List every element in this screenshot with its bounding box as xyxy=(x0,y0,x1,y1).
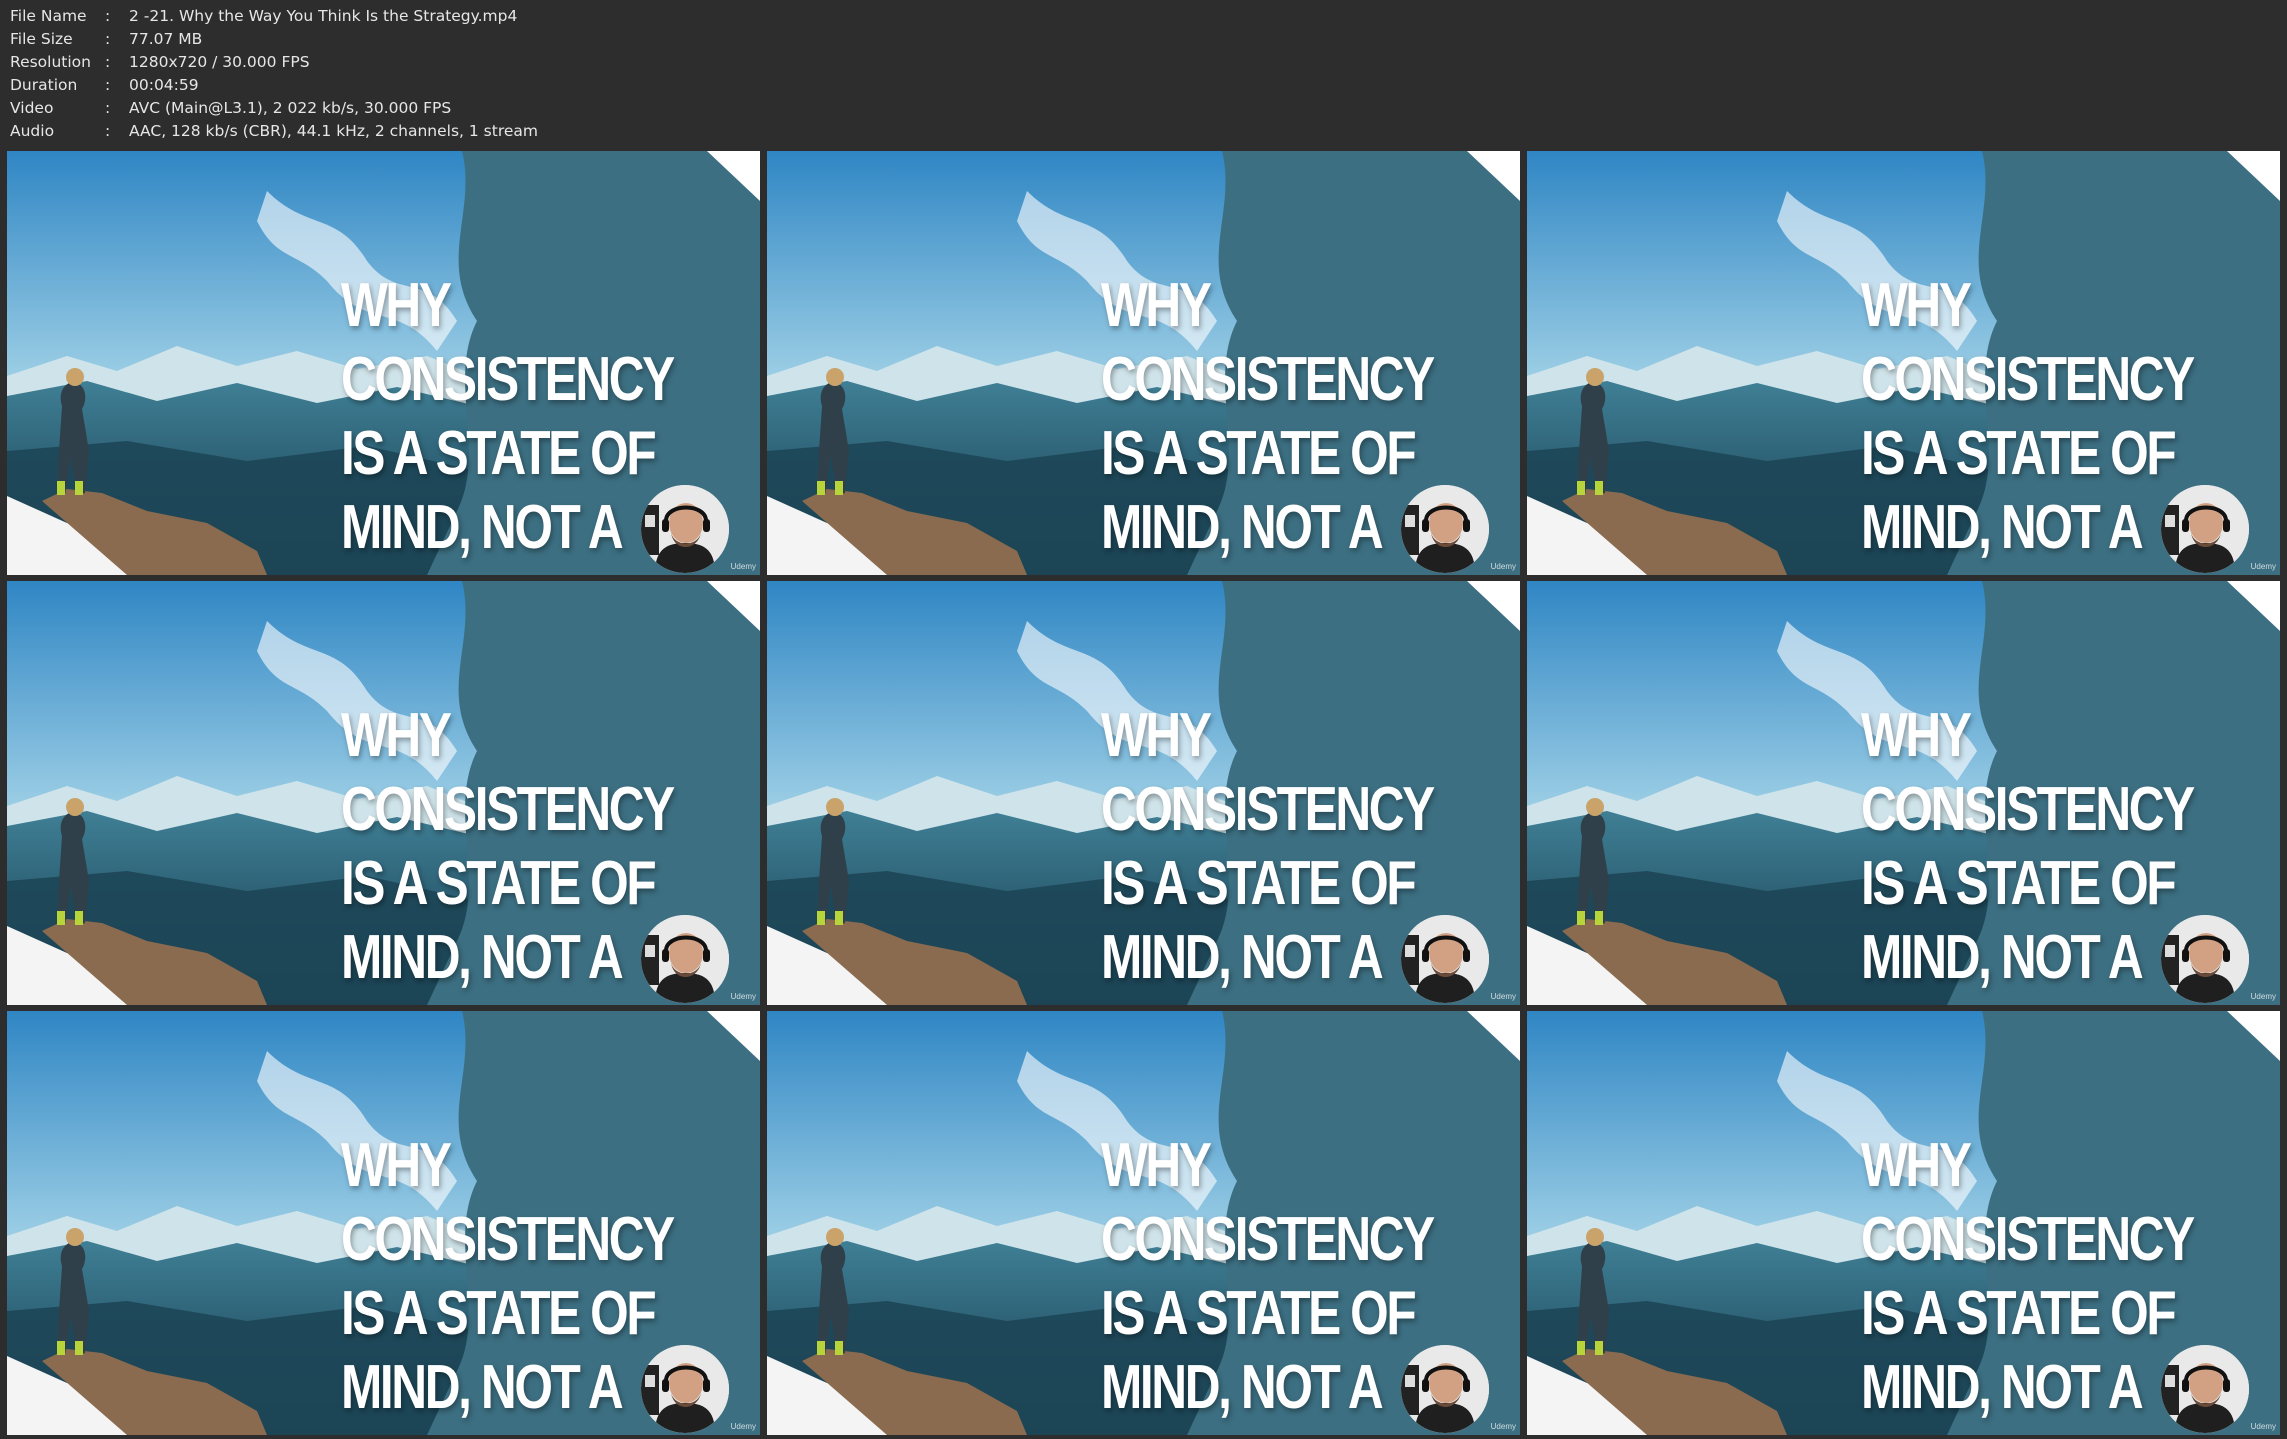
info-separator: : xyxy=(105,53,111,71)
thumbnail-grid: WHY CONSISTENCY IS A STATE OF MIND, NOT … xyxy=(7,151,2280,1435)
udemy-logo: Udemy xyxy=(730,992,756,1001)
video-thumbnail: WHY CONSISTENCY IS A STATE OF MIND, NOT … xyxy=(767,581,1520,1005)
person-icon xyxy=(1401,485,1489,573)
video-thumbnail: WHY CONSISTENCY IS A STATE OF MIND, NOT … xyxy=(1527,151,2280,575)
info-value: AVC (Main@L3.1), 2 022 kb/s, 30.000 FPS xyxy=(129,99,452,117)
slide-title: WHY CONSISTENCY IS A STATE OF MIND, NOT … xyxy=(341,271,675,575)
info-label: Resolution xyxy=(10,53,91,71)
slide-title: WHY CONSISTENCY IS A STATE OF MIND, NOT … xyxy=(1101,701,1435,1005)
video-thumbnail: WHY CONSISTENCY IS A STATE OF MIND, NOT … xyxy=(7,151,760,575)
info-label: File Name xyxy=(10,7,87,25)
person-icon xyxy=(641,915,729,1003)
udemy-logo: Udemy xyxy=(1490,992,1516,1001)
info-row-audio: Audio : AAC, 128 kb/s (CBR), 44.1 kHz, 2… xyxy=(10,120,538,143)
udemy-logo: Udemy xyxy=(1490,1422,1516,1431)
slide-title: WHY CONSISTENCY IS A STATE OF MIND, NOT … xyxy=(1861,701,2195,1005)
info-label: Duration xyxy=(10,76,78,94)
info-value: 00:04:59 xyxy=(129,76,199,94)
info-value: 77.07 MB xyxy=(129,30,203,48)
info-label: Audio xyxy=(10,122,55,140)
info-separator: : xyxy=(105,30,111,48)
person-icon xyxy=(1401,915,1489,1003)
video-thumbnail: WHY CONSISTENCY IS A STATE OF MIND, NOT … xyxy=(767,151,1520,575)
video-thumbnail: WHY CONSISTENCY IS A STATE OF MIND, NOT … xyxy=(7,581,760,1005)
info-row-video: Video : AVC (Main@L3.1), 2 022 kb/s, 30.… xyxy=(10,97,538,120)
video-thumbnail: WHY CONSISTENCY IS A STATE OF MIND, NOT … xyxy=(767,1011,1520,1435)
udemy-logo: Udemy xyxy=(2250,992,2276,1001)
presenter-avatar xyxy=(2161,915,2249,1003)
presenter-avatar xyxy=(1401,1345,1489,1433)
video-thumbnail: WHY CONSISTENCY IS A STATE OF MIND, NOT … xyxy=(7,1011,760,1435)
presenter-avatar xyxy=(1401,915,1489,1003)
udemy-logo: Udemy xyxy=(730,1422,756,1431)
info-separator: : xyxy=(105,122,111,140)
slide-title: WHY CONSISTENCY IS A STATE OF MIND, NOT … xyxy=(1101,271,1435,575)
info-row-file-size: File Size : 77.07 MB xyxy=(10,28,538,51)
presenter-avatar xyxy=(2161,1345,2249,1433)
info-row-file-name: File Name : 2 -21. Why the Way You Think… xyxy=(10,5,538,28)
info-row-resolution: Resolution : 1280x720 / 30.000 FPS xyxy=(10,51,538,74)
info-separator: : xyxy=(105,76,111,94)
info-value: 1280x720 / 30.000 FPS xyxy=(129,53,310,71)
info-separator: : xyxy=(105,99,111,117)
presenter-avatar xyxy=(2161,485,2249,573)
info-row-duration: Duration : 00:04:59 xyxy=(10,74,538,97)
person-icon xyxy=(2161,485,2249,573)
presenter-avatar xyxy=(641,1345,729,1433)
person-icon xyxy=(1401,1345,1489,1433)
info-separator: : xyxy=(105,7,111,25)
slide-title: WHY CONSISTENCY IS A STATE OF MIND, NOT … xyxy=(341,1131,675,1435)
slide-title: WHY CONSISTENCY IS A STATE OF MIND, NOT … xyxy=(1861,1131,2195,1435)
info-label: File Size xyxy=(10,30,73,48)
presenter-avatar xyxy=(1401,485,1489,573)
slide-title: WHY CONSISTENCY IS A STATE OF MIND, NOT … xyxy=(1861,271,2195,575)
udemy-logo: Udemy xyxy=(730,562,756,571)
video-thumbnail: WHY CONSISTENCY IS A STATE OF MIND, NOT … xyxy=(1527,1011,2280,1435)
slide-title: WHY CONSISTENCY IS A STATE OF MIND, NOT … xyxy=(341,701,675,1005)
person-icon xyxy=(2161,915,2249,1003)
info-value: AAC, 128 kb/s (CBR), 44.1 kHz, 2 channel… xyxy=(129,122,538,140)
person-icon xyxy=(641,1345,729,1433)
udemy-logo: Udemy xyxy=(1490,562,1516,571)
info-value: 2 -21. Why the Way You Think Is the Stra… xyxy=(129,7,518,25)
person-icon xyxy=(641,485,729,573)
person-icon xyxy=(2161,1345,2249,1433)
presenter-avatar xyxy=(641,485,729,573)
video-thumbnail: WHY CONSISTENCY IS A STATE OF MIND, NOT … xyxy=(1527,581,2280,1005)
info-label: Video xyxy=(10,99,54,117)
presenter-avatar xyxy=(641,915,729,1003)
udemy-logo: Udemy xyxy=(2250,1422,2276,1431)
udemy-logo: Udemy xyxy=(2250,562,2276,571)
media-info-panel: File Name : 2 -21. Why the Way You Think… xyxy=(10,5,538,143)
slide-title: WHY CONSISTENCY IS A STATE OF MIND, NOT … xyxy=(1101,1131,1435,1435)
